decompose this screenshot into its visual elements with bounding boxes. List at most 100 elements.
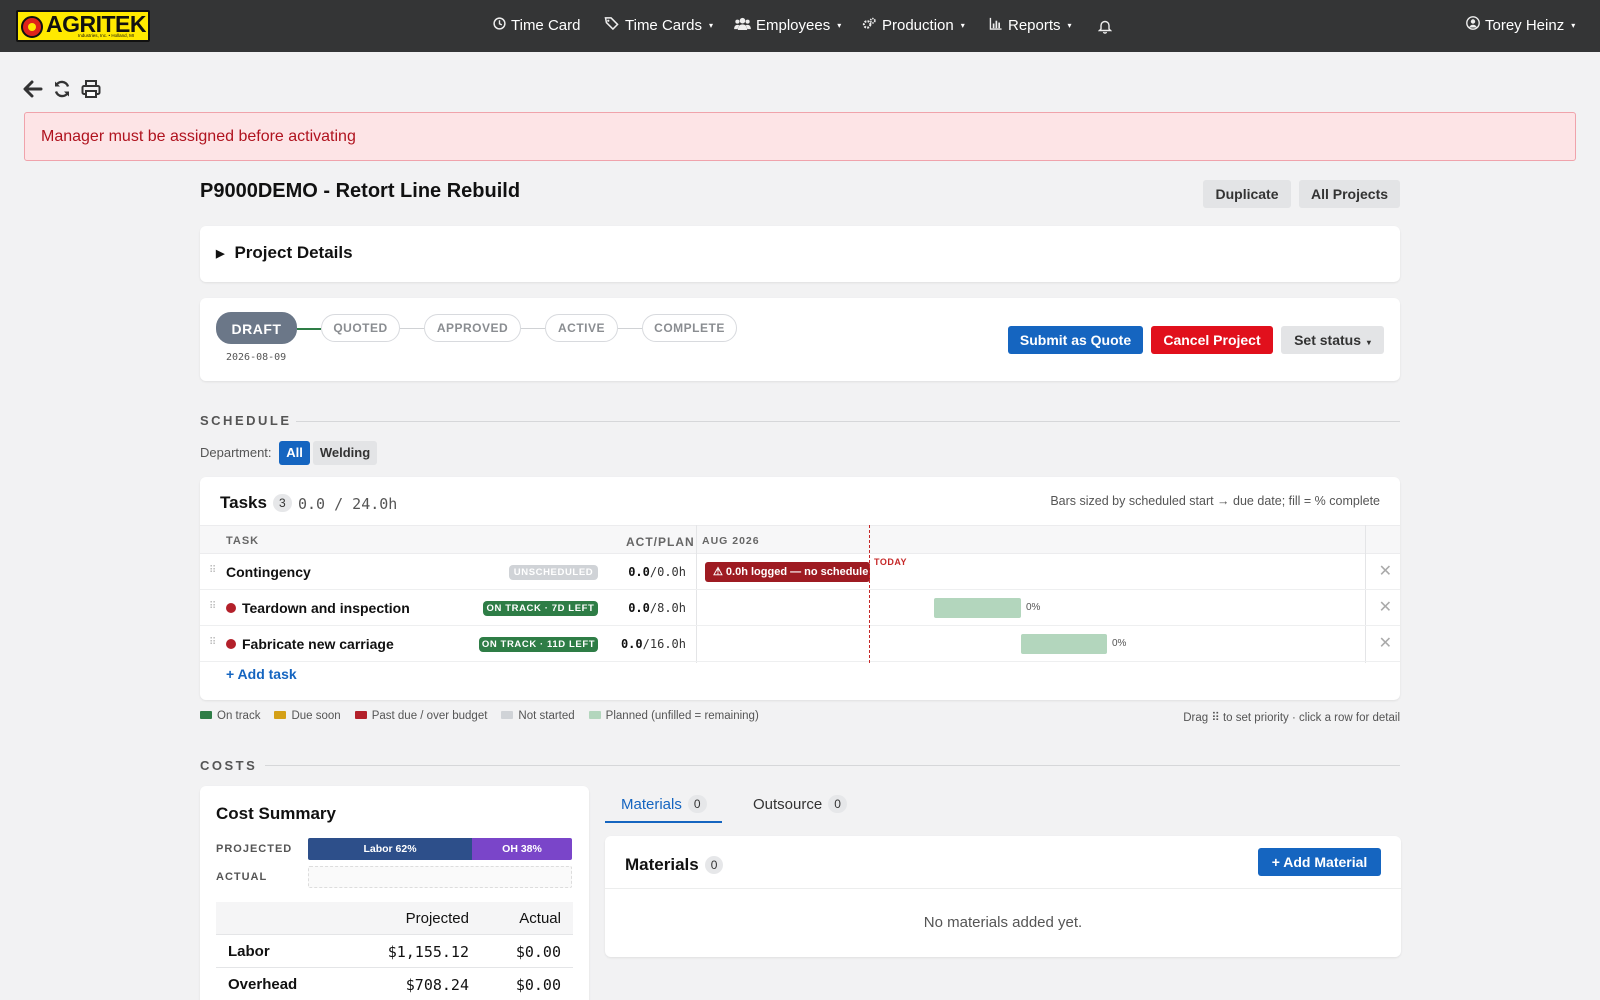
- nav-reports-label: Reports: [1008, 17, 1061, 34]
- logo-subtitle: Industries, Inc. • Holland, MI: [78, 33, 135, 38]
- task-row[interactable]: ⠿ Contingency UNSCHEDULED 0.0/0.0h ⚠ 0.0…: [200, 554, 1400, 590]
- cost-actual: $0.00: [515, 943, 561, 961]
- department-filter-all[interactable]: All: [279, 441, 310, 465]
- cost-projected: $708.24: [405, 976, 469, 994]
- caret-down-icon: ▾: [708, 21, 713, 30]
- materials-empty-state: No materials added yet.: [923, 914, 1083, 931]
- caret-down-icon: ▾: [1571, 21, 1576, 30]
- task-status-dot: [226, 639, 236, 649]
- percent-complete: 0%: [1112, 638, 1127, 649]
- remove-task-icon[interactable]: ✕: [1379, 597, 1392, 617]
- remove-task-icon[interactable]: ✕: [1379, 561, 1392, 581]
- actual-label: ACTUAL: [216, 871, 268, 883]
- company-logo[interactable]: AGRITEK Industries, Inc. • Holland, MI: [16, 10, 150, 42]
- cancel-project-button[interactable]: Cancel Project: [1151, 326, 1273, 354]
- projected-label: PROJECTED: [216, 843, 293, 855]
- tasks-title: Tasks: [220, 493, 267, 512]
- department-label: Department:: [200, 445, 272, 460]
- status-date: 2026-08-09: [226, 352, 287, 363]
- project-details-card[interactable]: ▶ Project Details: [200, 226, 1400, 282]
- remove-task-icon[interactable]: ✕: [1379, 633, 1392, 653]
- department-filter-welding[interactable]: Welding: [313, 441, 377, 465]
- projected-cost-bar: Labor 62% OH 38%: [308, 838, 572, 860]
- percent-complete: 0%: [1026, 602, 1041, 613]
- print-icon[interactable]: [81, 79, 103, 101]
- task-status-badge: ON TRACK · 7D LEFT: [483, 601, 598, 616]
- cost-row-label: Labor: [228, 943, 270, 960]
- legend-past-due: Past due / over budget: [354, 710, 487, 722]
- back-arrow-icon[interactable]: [23, 79, 45, 101]
- caret-down-icon: ▾: [1366, 338, 1371, 347]
- labor-segment: Labor 62%: [308, 838, 472, 860]
- planned-bar[interactable]: [1021, 634, 1107, 654]
- task-act-plan: 0.0/0.0h: [628, 565, 686, 579]
- nav-reports[interactable]: Reports ▾: [989, 0, 1072, 52]
- cost-row-label: Overhead: [228, 976, 298, 993]
- tab-outsource[interactable]: Outsource 0: [753, 795, 847, 813]
- tab-materials[interactable]: Materials 0: [621, 795, 707, 813]
- drag-handle-icon[interactable]: ⠿: [209, 601, 216, 612]
- task-name: Fabricate new carriage: [242, 636, 394, 652]
- legend-not-started: Not started: [501, 710, 575, 722]
- add-task-button[interactable]: + Add task: [226, 666, 297, 682]
- task-row[interactable]: ⠿ Fabricate new carriage ON TRACK · 11D …: [200, 626, 1400, 662]
- costs-section-title: COSTS: [200, 758, 258, 773]
- gantt-month-label: AUG 2026: [702, 535, 760, 547]
- bar-chart-icon: [989, 0, 1003, 52]
- caret-down-icon: ▾: [1067, 21, 1072, 30]
- cost-row-labor: Labor $1,155.12 $0.00: [216, 935, 573, 968]
- cost-projected: $1,155.12: [387, 943, 469, 961]
- add-material-button[interactable]: + Add Material: [1258, 848, 1381, 876]
- materials-count-badge: 0: [704, 856, 724, 874]
- planned-bar[interactable]: [934, 598, 1021, 618]
- status-step-quoted: QUOTED: [321, 314, 400, 342]
- set-status-button[interactable]: Set status ▾: [1281, 326, 1384, 354]
- status-connector: [297, 328, 321, 330]
- legend-hint: Drag ⠿ to set priority · click a row for…: [1183, 712, 1400, 724]
- set-status-label: Set status: [1294, 332, 1361, 348]
- nav-employees[interactable]: Employees ▾: [734, 0, 841, 52]
- user-menu[interactable]: Torey Heinz ▾: [1466, 0, 1575, 52]
- nav-production[interactable]: Production ▾: [861, 0, 965, 52]
- project-details-toggle[interactable]: ▶ Project Details: [216, 243, 353, 263]
- nav-time-card[interactable]: Time Card: [493, 0, 580, 52]
- users-icon: [734, 0, 751, 52]
- alert-banner: Manager must be assigned before activati…: [24, 112, 1576, 161]
- task-status-badge: ON TRACK · 11D LEFT: [479, 637, 598, 652]
- clock-icon: [493, 0, 506, 52]
- drag-handle-icon[interactable]: ⠿: [209, 637, 216, 648]
- hours-summary: 0.0 / 24.0h: [298, 495, 398, 513]
- nav-employees-label: Employees: [756, 17, 831, 34]
- legend-on-track: On track: [200, 710, 260, 722]
- status-connector: [618, 328, 642, 329]
- notifications-bell-icon[interactable]: [1098, 0, 1112, 52]
- overhead-segment: OH 38%: [472, 838, 572, 860]
- status-connector: [521, 328, 545, 329]
- no-schedule-warning-bar[interactable]: ⚠ 0.0h logged — no schedule: [705, 562, 870, 582]
- top-navbar: AGRITEK Industries, Inc. • Holland, MI T…: [0, 0, 1600, 52]
- status-step-draft: DRAFT: [216, 312, 297, 344]
- task-count-badge: 3: [272, 494, 292, 512]
- cost-summary-title: Cost Summary: [216, 804, 336, 823]
- actual-cost-bar: [308, 866, 572, 888]
- drag-handle-icon[interactable]: ⠿: [209, 565, 216, 576]
- tags-icon: [604, 0, 620, 52]
- refresh-icon[interactable]: [52, 79, 74, 101]
- user-name: Torey Heinz: [1485, 17, 1565, 34]
- duplicate-button[interactable]: Duplicate: [1203, 180, 1291, 208]
- schedule-legend: On track Due soon Past due / over budget…: [200, 710, 759, 722]
- column-projected: Projected: [405, 910, 469, 927]
- card-divider: [605, 888, 1401, 889]
- tasks-grid-header: TASK ACT/PLAN AUG 2026: [200, 525, 1400, 554]
- submit-as-quote-button[interactable]: Submit as Quote: [1008, 326, 1143, 354]
- caret-down-icon: ▾: [960, 21, 965, 30]
- task-status-badge: UNSCHEDULED: [509, 565, 598, 580]
- nav-production-label: Production: [882, 17, 954, 34]
- status-step-approved: APPROVED: [424, 314, 521, 342]
- caret-down-icon: ▾: [837, 21, 842, 30]
- nav-time-cards[interactable]: Time Cards ▾: [604, 0, 713, 52]
- task-row[interactable]: ⠿ Teardown and inspection ON TRACK · 7D …: [200, 590, 1400, 626]
- schedule-section-title: SCHEDULE: [200, 413, 292, 428]
- all-projects-button[interactable]: All Projects: [1299, 180, 1400, 208]
- page-title: P9000DEMO - Retort Line Rebuild: [200, 180, 521, 202]
